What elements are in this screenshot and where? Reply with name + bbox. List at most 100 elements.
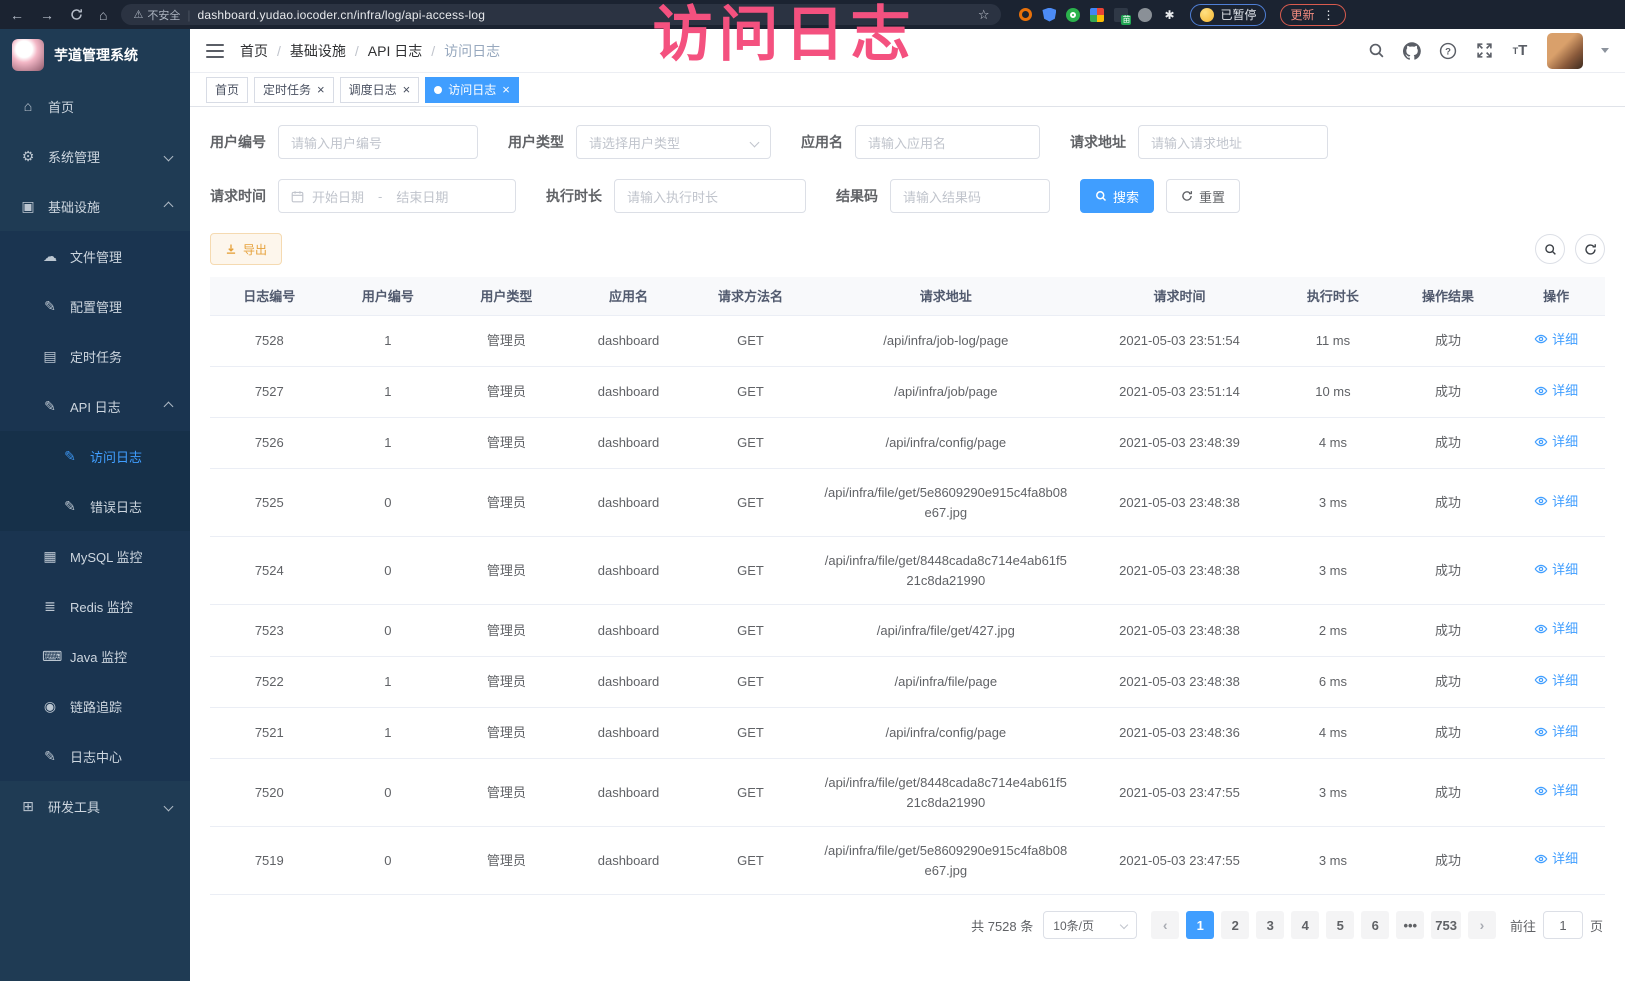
sidebar-item-file-mgmt[interactable]: ☁文件管理 — [0, 231, 190, 281]
sidebar-item-log-center[interactable]: ✎日志中心 — [0, 731, 190, 781]
browser-update-button[interactable]: 更新 ⋮ — [1280, 4, 1345, 26]
extension-icon-3[interactable] — [1066, 8, 1080, 22]
app-name-input[interactable]: 请输入应用名 — [855, 125, 1040, 159]
sidebar-item-config-mgmt[interactable]: ✎配置管理 — [0, 281, 190, 331]
detail-link[interactable]: 详细 — [1534, 781, 1578, 801]
browser-menu-icon[interactable]: ⋮ — [1323, 8, 1336, 22]
breadcrumb-item[interactable]: 基础设施 — [290, 41, 346, 61]
tab-schedule-log[interactable]: 调度日志× — [340, 77, 420, 103]
app-logo[interactable]: 芋道管理系统 — [0, 29, 190, 81]
sidebar-item-cron-jobs[interactable]: ▤定时任务 — [0, 331, 190, 381]
emoji-face-icon — [1200, 8, 1214, 22]
page-size-select[interactable]: 10条/页 — [1043, 911, 1137, 939]
cell-user-id: 0 — [329, 537, 448, 605]
hamburger-icon[interactable] — [206, 44, 224, 58]
address-bar[interactable]: ⚠ 不安全 | dashboard.yudao.iocoder.cn/infra… — [121, 4, 1001, 25]
column-header: 用户编号 — [329, 277, 448, 315]
date-range-input[interactable]: 开始日期 - 结束日期 — [278, 179, 516, 213]
detail-link[interactable]: 详细 — [1534, 722, 1578, 742]
extension-icon-1[interactable] — [1019, 8, 1032, 21]
sidebar-item-label: 链路追踪 — [70, 697, 122, 716]
help-icon[interactable]: ? — [1439, 42, 1457, 60]
sidebar-item-dev-tools[interactable]: ⊞研发工具 — [0, 781, 190, 831]
extension-icon-6[interactable] — [1138, 8, 1152, 22]
sidebar-item-redis-monitor[interactable]: ≣Redis 监控 — [0, 581, 190, 631]
detail-link[interactable]: 详细 — [1534, 671, 1578, 691]
chevron-up-icon — [164, 401, 174, 411]
breadcrumb-item[interactable]: API 日志 — [368, 41, 422, 61]
column-header: 请求时间 — [1082, 277, 1277, 315]
search-button[interactable]: 搜索 — [1080, 179, 1154, 213]
detail-link[interactable]: 详细 — [1534, 330, 1578, 350]
cell-user-type: 管理员 — [447, 469, 566, 537]
sidebar-item-mysql-monitor[interactable]: ▦MySQL 监控 — [0, 531, 190, 581]
pager-page-button[interactable]: 2 — [1221, 911, 1249, 939]
request-url-input[interactable]: 请输入请求地址 — [1138, 125, 1328, 159]
user-type-select[interactable]: 请选择用户类型 — [576, 125, 771, 159]
detail-link[interactable]: 详细 — [1534, 492, 1578, 512]
sidebar-item-error-log[interactable]: ✎错误日志 — [0, 481, 190, 531]
result-code-input[interactable]: 请输入结果码 — [890, 179, 1050, 213]
detail-link-label: 详细 — [1552, 781, 1578, 801]
user-id-input[interactable]: 请输入用户编号 — [278, 125, 478, 159]
chevron-down-icon[interactable] — [1601, 48, 1609, 53]
tab-access-log[interactable]: 访问日志× — [425, 77, 519, 103]
pager-page-button[interactable]: 5 — [1326, 911, 1354, 939]
tab-home[interactable]: 首页 — [206, 77, 248, 103]
detail-link[interactable]: 详细 — [1534, 849, 1578, 869]
pager-page-button[interactable]: 3 — [1256, 911, 1284, 939]
reload-icon[interactable] — [70, 8, 83, 21]
detail-link[interactable]: 详细 — [1534, 381, 1578, 401]
avatar[interactable] — [1547, 33, 1583, 69]
sidebar-item-access-log[interactable]: ✎访问日志 — [0, 431, 190, 481]
extension-icon-2[interactable] — [1042, 8, 1056, 22]
pager-page-button[interactable]: 753 — [1431, 911, 1461, 939]
cell-app-name: dashboard — [566, 707, 692, 758]
detail-link[interactable]: 详细 — [1534, 432, 1578, 452]
github-icon[interactable] — [1403, 42, 1421, 60]
not-secure-warning[interactable]: ⚠ 不安全 — [133, 7, 180, 23]
pager-next-button[interactable]: › — [1468, 911, 1496, 939]
back-icon[interactable]: ← — [10, 8, 24, 22]
pager-page-button[interactable]: 6 — [1361, 911, 1389, 939]
sidebar-item-api-log[interactable]: ✎API 日志 — [0, 381, 190, 431]
detail-link[interactable]: 详细 — [1534, 560, 1578, 580]
reset-button[interactable]: 重置 — [1166, 179, 1240, 213]
duration-input[interactable]: 请输入执行时长 — [614, 179, 806, 213]
close-icon[interactable]: × — [403, 83, 411, 96]
fullscreen-icon[interactable] — [1475, 42, 1493, 60]
extension-icon-7[interactable]: ✱ — [1162, 8, 1176, 22]
pager-page-button[interactable]: 1 — [1186, 911, 1214, 939]
sidebar-item-system-mgmt[interactable]: ⚙系统管理 — [0, 131, 190, 181]
cell-user-id: 1 — [329, 418, 448, 469]
forward-icon[interactable]: → — [40, 8, 54, 22]
detail-link[interactable]: 详细 — [1534, 619, 1578, 639]
toggle-search-button[interactable] — [1535, 234, 1565, 264]
column-header: 用户类型 — [447, 277, 566, 315]
pager-page-button[interactable]: 4 — [1291, 911, 1319, 939]
extension-icon-4[interactable] — [1090, 8, 1104, 22]
goto-page-input[interactable] — [1543, 911, 1583, 939]
search-icon[interactable] — [1367, 42, 1385, 60]
bookmark-star-icon[interactable]: ☆ — [978, 7, 990, 23]
mysql-monitor-icon: ▦ — [42, 548, 58, 565]
url-text: dashboard.yudao.iocoder.cn/infra/log/api… — [197, 8, 485, 22]
sidebar-item-home[interactable]: ⌂首页 — [0, 81, 190, 131]
paused-badge[interactable]: 已暂停 — [1190, 4, 1266, 26]
sidebar-item-java-monitor[interactable]: ⌨Java 监控 — [0, 631, 190, 681]
cell-user-id: 1 — [329, 707, 448, 758]
export-button[interactable]: 导出 — [210, 233, 282, 265]
breadcrumb-item[interactable]: 首页 — [240, 41, 268, 61]
sidebar-item-infrastructure[interactable]: ▣基础设施 — [0, 181, 190, 231]
pager-prev-button[interactable]: ‹ — [1151, 911, 1179, 939]
close-icon[interactable]: × — [317, 83, 325, 96]
sidebar-item-label: 文件管理 — [70, 247, 122, 266]
extension-icon-5[interactable] — [1114, 8, 1128, 22]
cell-request-url: /api/infra/file/get/5e8609290e915c4fa8b0… — [810, 827, 1082, 895]
close-icon[interactable]: × — [502, 83, 510, 96]
refresh-button[interactable] — [1575, 234, 1605, 264]
sidebar-item-trace[interactable]: ◉链路追踪 — [0, 681, 190, 731]
tab-cron-jobs[interactable]: 定时任务× — [254, 77, 334, 103]
font-size-icon[interactable]: TT — [1511, 42, 1529, 60]
home-icon[interactable]: ⌂ — [99, 8, 107, 22]
